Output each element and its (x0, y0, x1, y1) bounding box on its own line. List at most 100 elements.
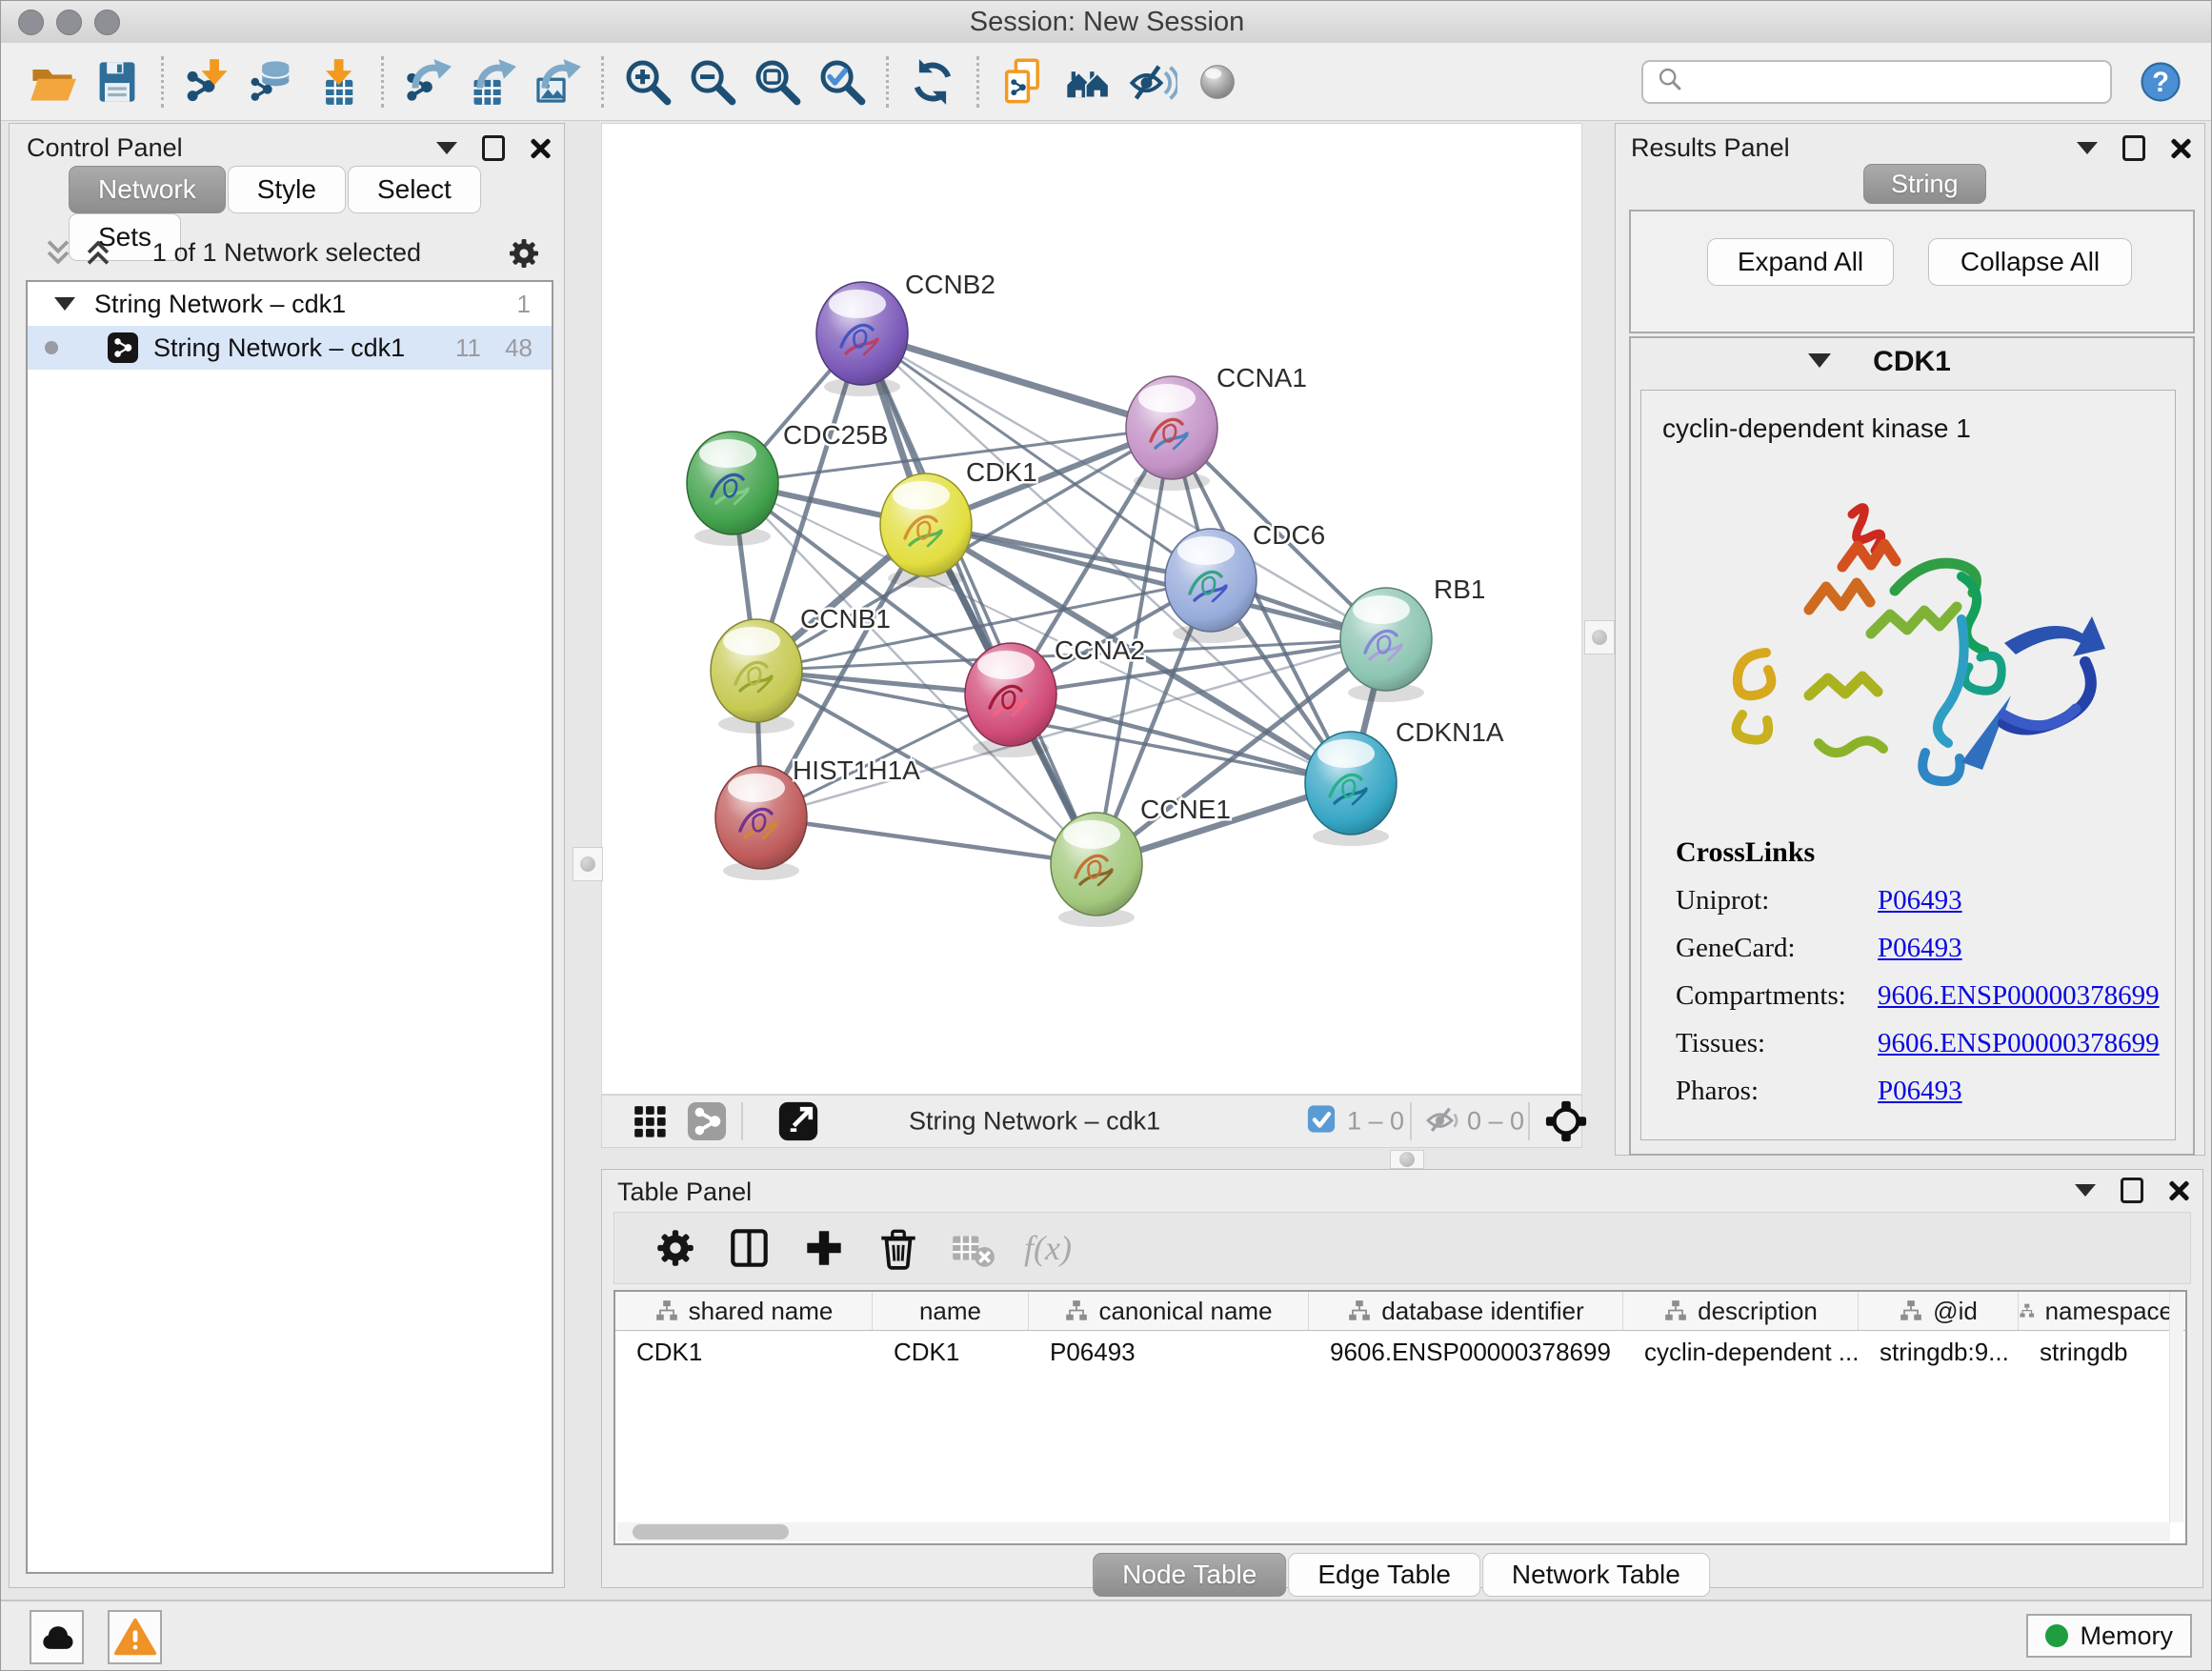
zoom-in-button[interactable] (620, 54, 675, 110)
cell-name[interactable]: CDK1 (873, 1338, 1029, 1367)
node-table[interactable]: shared namenamecanonical namedatabase id… (613, 1290, 2187, 1545)
table-vertical-scrollbar[interactable] (2169, 1292, 2183, 1522)
clear-table-button[interactable] (946, 1221, 999, 1275)
node-CCNB1[interactable]: CCNB1 (711, 604, 891, 734)
table-row[interactable]: CDK1CDK1P064939606.ENSP00000378699cyclin… (615, 1331, 2185, 1373)
column-header-database-identifier[interactable]: database identifier (1309, 1292, 1623, 1330)
graphics-details-button[interactable] (679, 1094, 734, 1149)
zoom-selected-button[interactable] (814, 54, 870, 110)
network-canvas[interactable]: CCNB2 CCNA1 CDC25B CDK1 CDC6 (601, 123, 1582, 1095)
float-panel-icon[interactable] (2075, 1184, 2096, 1197)
cell-shared-name[interactable]: CDK1 (615, 1338, 873, 1367)
export-network-button[interactable] (400, 54, 455, 110)
search-input-box[interactable] (1641, 60, 2112, 104)
fit-content-button[interactable] (1538, 1094, 1594, 1149)
edge-HIST1H1A-CCNE1[interactable] (761, 817, 1096, 864)
network-options-gear-icon[interactable] (505, 234, 543, 277)
column-header-namespace[interactable]: namespace (2019, 1292, 2174, 1330)
birds-eye-view-button[interactable] (622, 1094, 677, 1149)
zoom-out-button[interactable] (685, 54, 740, 110)
cell-description[interactable]: cyclin-dependent ... (1623, 1338, 1859, 1367)
delete-column-button[interactable] (872, 1221, 925, 1275)
network-overview-button[interactable] (1060, 54, 1116, 110)
hidden-eye-icon[interactable] (1423, 1100, 1461, 1143)
column-header-name[interactable]: name (873, 1292, 1029, 1330)
export-table-button[interactable] (465, 54, 520, 110)
function-builder-button[interactable]: f(x) (1024, 1228, 1072, 1268)
cell-database-identifier[interactable]: 9606.ENSP00000378699 (1309, 1338, 1623, 1367)
node-section-header[interactable]: CDK1 (1631, 338, 2193, 386)
string-network-graph[interactable]: CCNB2 CCNA1 CDC25B CDK1 CDC6 (602, 124, 1581, 1094)
column-header-canonical-name[interactable]: canonical name (1029, 1292, 1309, 1330)
network-edge-count: 48 (505, 333, 533, 363)
cell-canonical-name[interactable]: P06493 (1029, 1338, 1309, 1367)
maximize-panel-icon[interactable] (2122, 135, 2145, 161)
crosslink-link[interactable]: 9606.ENSP00000378699 (1878, 980, 2160, 1012)
edge-CCNB2-CCNA1[interactable] (862, 333, 1172, 428)
collection-expander-icon[interactable] (54, 297, 75, 311)
search-input[interactable] (1683, 66, 2097, 97)
close-panel-icon[interactable] (2168, 1180, 2189, 1201)
split-panel-button[interactable] (723, 1221, 776, 1275)
node-CCNB2[interactable]: CCNB2 (816, 270, 995, 396)
table-horizontal-scrollbar[interactable] (617, 1522, 2170, 1541)
tab-node-table[interactable]: Node Table (1093, 1553, 1286, 1597)
crosslink-link[interactable]: P06493 (1878, 885, 1962, 916)
node-CCNE1[interactable]: CCNE1 (1051, 795, 1231, 927)
crosslink-link[interactable]: 9606.ENSP00000378699 (1878, 1028, 2160, 1059)
import-table-from-file-button[interactable] (310, 54, 365, 110)
close-panel-icon[interactable] (530, 138, 551, 159)
crosslink-link[interactable]: P06493 (1878, 1076, 1962, 1107)
crosslink-label: Tissues: (1676, 1028, 1878, 1059)
tab-string[interactable]: String (1863, 164, 1986, 204)
network-row[interactable]: String Network – cdk1 11 48 (28, 326, 552, 370)
column-header-description[interactable]: description (1623, 1292, 1859, 1330)
import-network-from-database-button[interactable] (245, 54, 300, 110)
tab-network[interactable]: Network (69, 166, 226, 213)
tab-edge-table[interactable]: Edge Table (1288, 1553, 1480, 1597)
node-RB1[interactable]: RB1 (1340, 574, 1485, 702)
node-HIST1H1A[interactable]: HIST1H1A (715, 755, 920, 880)
cell--id[interactable]: stringdb:9... (1859, 1338, 2019, 1367)
hide-graphics-details-button[interactable] (1125, 54, 1180, 110)
apply-layout-button[interactable] (905, 54, 960, 110)
float-panel-icon[interactable] (2077, 142, 2098, 154)
float-panel-icon[interactable] (436, 142, 457, 154)
import-network-from-file-button[interactable] (180, 54, 235, 110)
tab-style[interactable]: Style (228, 166, 346, 213)
expand-all-button[interactable]: Expand All (1707, 238, 1894, 286)
table-settings-button[interactable] (649, 1221, 702, 1275)
collapse-all-button[interactable]: Collapse All (1928, 238, 2132, 286)
selected-checkbox-icon[interactable] (1307, 1105, 1336, 1138)
memory-button[interactable]: Memory (2026, 1614, 2192, 1658)
open-in-browser-button[interactable] (771, 1094, 826, 1149)
create-column-button[interactable] (797, 1221, 851, 1275)
network-collection-row[interactable]: String Network – cdk1 1 (28, 282, 552, 326)
column-header--id[interactable]: @id (1859, 1292, 2019, 1330)
cloud-status-button[interactable] (30, 1610, 84, 1664)
splitter-handle[interactable] (573, 847, 603, 881)
close-panel-icon[interactable] (2170, 138, 2191, 159)
zoom-fit-button[interactable] (750, 54, 805, 110)
maximize-panel-icon[interactable] (2121, 1178, 2143, 1203)
maximize-panel-icon[interactable] (482, 135, 505, 161)
tab-select[interactable]: Select (348, 166, 481, 213)
splitter-handle[interactable] (1390, 1150, 1424, 1169)
save-session-button[interactable] (90, 54, 145, 110)
cell-namespace[interactable]: stringdb (2019, 1338, 2174, 1367)
column-header-shared-name[interactable]: shared name (615, 1292, 873, 1330)
protein-structure-image (1676, 476, 2142, 819)
scrollbar-thumb[interactable] (633, 1524, 789, 1540)
tab-network-table[interactable]: Network Table (1482, 1553, 1710, 1597)
window-titlebar[interactable]: Session: New Session (1, 1, 2212, 44)
open-session-button[interactable] (25, 54, 80, 110)
level-of-detail-button[interactable] (1190, 54, 1245, 110)
export-image-button[interactable] (530, 54, 585, 110)
warnings-button[interactable] (108, 1610, 162, 1664)
node-CDC6[interactable]: CDC6 (1165, 520, 1325, 643)
help-button[interactable]: ? (2133, 54, 2188, 110)
splitter-handle[interactable] (1584, 620, 1615, 654)
node-CDKN1A[interactable]: CDKN1A (1305, 717, 1504, 846)
copy-network-button[interactable] (995, 54, 1051, 110)
crosslink-link[interactable]: P06493 (1878, 933, 1962, 964)
